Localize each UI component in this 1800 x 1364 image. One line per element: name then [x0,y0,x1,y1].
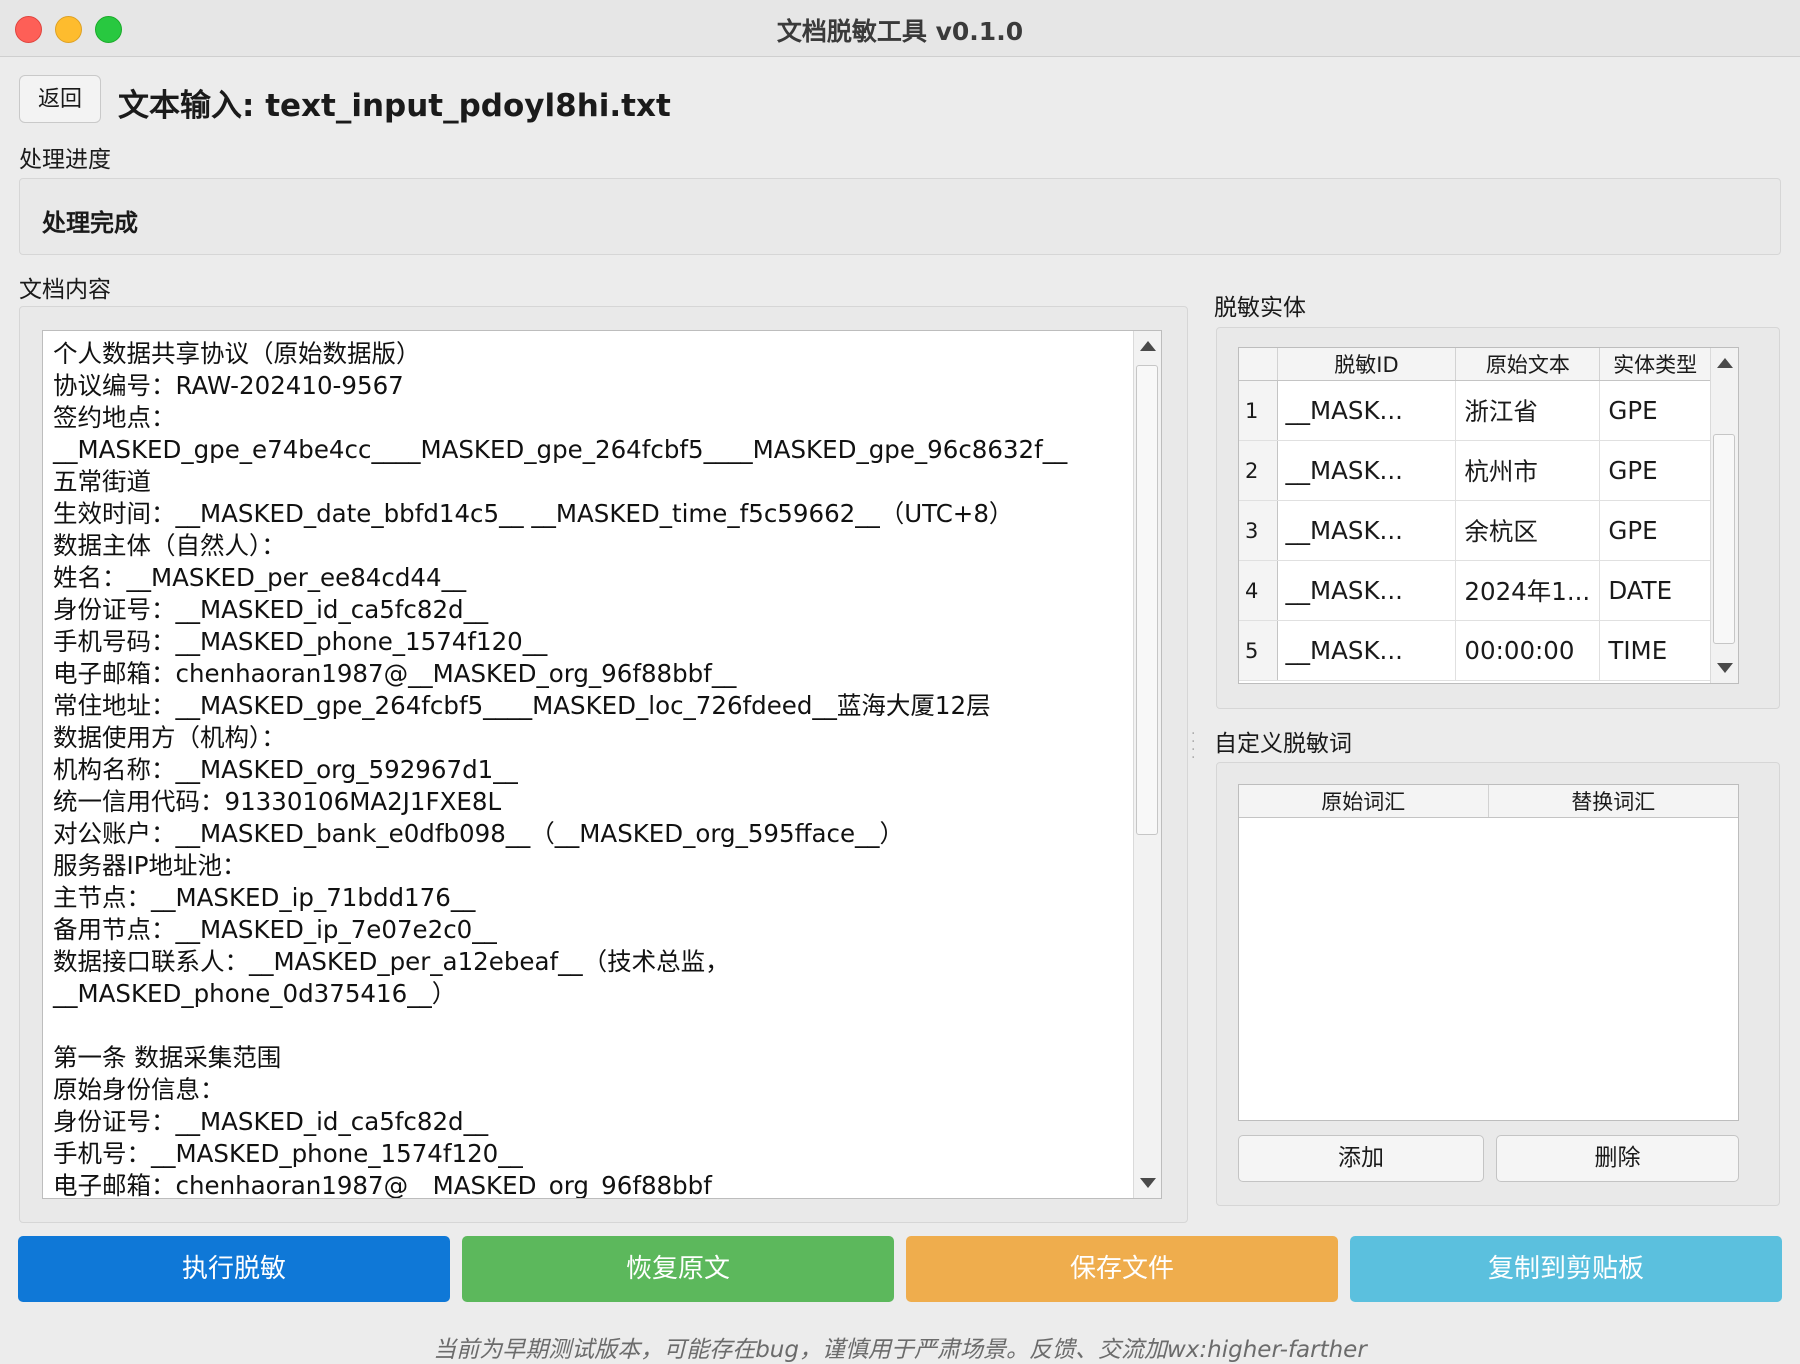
document-line: __MASKED_gpe_e74be4cc____MASKED_gpe_264f… [53,435,1068,464]
original-text-cell[interactable]: 浙江省 [1455,380,1601,441]
document-line: 主节点：__MASKED_ip_71bdd176__ [53,883,476,912]
page-title: 文本输入: text_input_pdoyl8hi.txt [118,88,671,124]
footer-notice: 当前为早期测试版本，可能存在bug，谨慎用于严肃场景。反馈、交流加wx:high… [433,1337,1367,1363]
entity-type-cell[interactable]: GPE [1599,380,1711,441]
original-text-cell[interactable]: 2024年1... [1455,560,1601,621]
back-button[interactable]: 返回 [19,75,101,123]
document-line: 协议编号：RAW-202410-9567 [53,371,404,400]
document-line: 原始身份信息： [53,1075,225,1104]
scroll-up-arrow-icon[interactable] [1717,358,1733,368]
custom-words-section-label: 自定义脱敏词 [1214,731,1352,757]
save-file-button[interactable]: 保存文件 [906,1236,1338,1302]
document-scrollbar[interactable] [1133,331,1161,1198]
document-line: 常住地址：__MASKED_gpe_264fcbf5____MASKED_loc… [53,691,991,720]
document-line: 电子邮箱：chenhaoran1987@__MASKED_org_96f88bb… [53,659,737,688]
document-line: 身份证号：__MASKED_id_ca5fc82d__ [53,1107,489,1136]
column-header[interactable]: 替换词汇 [1488,785,1738,818]
execute-mask-button[interactable]: 执行脱敏 [18,1236,450,1302]
document-line: 服务器IP地址池： [53,851,247,880]
scroll-down-arrow-icon[interactable] [1717,663,1733,673]
original-text-cell[interactable]: 余杭区 [1455,500,1601,561]
original-text-cell[interactable]: 00:00:00 [1455,620,1601,681]
mask-id-cell[interactable]: __MASK... [1277,380,1457,441]
table-row[interactable]: 3 __MASK... 余杭区 GPE [1239,500,1711,561]
column-header[interactable]: 实体类型 [1599,348,1711,381]
entity-type-cell[interactable]: DATE [1599,560,1711,621]
window-title: 文档脱敏工具 v0.1.0 [776,17,1024,46]
document-line: 机构名称：__MASKED_org_592967d1__ [53,755,518,784]
table-row[interactable]: 1 __MASK... 浙江省 GPE [1239,380,1711,441]
entity-type-cell[interactable]: GPE [1599,440,1711,501]
document-text-area[interactable]: 个人数据共享协议（原始数据版） 协议编号：RAW-202410-9567 签约地点：… [42,330,1162,1199]
mask-id-cell[interactable]: __MASK... [1277,440,1457,501]
entity-type-cell[interactable]: GPE [1599,500,1711,561]
table-corner [1239,348,1278,381]
document-line: 电子邮箱：chenhaoran1987@__MASKED_org_96f88bb… [53,1171,712,1199]
document-line: __MASKED_phone_0d375416__） [53,979,457,1008]
add-word-button[interactable]: 添加 [1238,1135,1484,1182]
mask-id-cell[interactable]: __MASK... [1277,560,1457,621]
column-header[interactable]: 原始词汇 [1239,785,1489,818]
document-line: 姓名：__MASKED_per_ee84cd44__ [53,563,467,592]
document-line: 生效时间：__MASKED_date_bbfd14c5__ __MASKED_t… [53,499,1014,528]
restore-original-button[interactable]: 恢复原文 [462,1236,894,1302]
entities-scrollbar[interactable] [1710,348,1738,683]
row-number[interactable]: 1 [1239,380,1278,441]
document-line: 身份证号：__MASKED_id_ca5fc82d__ [53,595,489,624]
table-row[interactable]: 2 __MASK... 杭州市 GPE [1239,440,1711,501]
document-line: 个人数据共享协议（原始数据版） [53,339,421,368]
entities-table[interactable]: 脱敏ID 原始文本 实体类型 1 __MASK... 浙江省 GPE 2 __M… [1238,347,1739,684]
mask-id-cell[interactable]: __MASK... [1277,500,1457,561]
document-line: 数据使用方（机构）： [53,723,286,752]
document-line: 手机号码：__MASKED_phone_1574f120__ [53,627,548,656]
entity-type-cell[interactable]: TIME [1599,620,1711,681]
row-number[interactable]: 5 [1239,620,1278,681]
row-number[interactable]: 2 [1239,440,1278,501]
table-row[interactable]: 4 __MASK... 2024年1... DATE [1239,560,1711,621]
window-titlebar: 文档脱敏工具 v0.1.0 [0,0,1800,57]
custom-words-table[interactable]: 原始词汇 替换词汇 [1238,784,1739,1121]
table-row[interactable]: 5 __MASK... 00:00:00 TIME [1239,620,1711,681]
document-line: 签约地点： [53,403,176,432]
scroll-up-arrow-icon[interactable] [1140,341,1156,351]
column-header[interactable]: 脱敏ID [1277,348,1457,381]
document-text: 个人数据共享协议（原始数据版） 协议编号：RAW-202410-9567 签约地点：… [53,338,1123,1199]
document-line: 备用节点：__MASKED_ip_7e07e2c0__ [53,915,497,944]
document-line: 统一信用代码：91330106MA2J1FXE8L [53,787,502,816]
document-line: 数据接口联系人：__MASKED_per_a12ebeaf__（技术总监， [53,947,730,976]
splitter-handle[interactable]: · · · · [1191,727,1195,765]
copy-to-clipboard-button[interactable]: 复制到剪贴板 [1350,1236,1782,1302]
document-line: 第一条 数据采集范围 [53,1043,282,1072]
progress-status: 处理完成 [42,209,138,237]
entities-section-label: 脱敏实体 [1214,295,1306,321]
document-section-label: 文档内容 [19,277,111,303]
document-line: 对公账户：__MASKED_bank_e0dfb098__（__MASKED_o… [53,819,905,848]
scroll-down-arrow-icon[interactable] [1140,1178,1156,1188]
delete-word-button[interactable]: 删除 [1496,1135,1739,1182]
document-line: 五常街道 [53,467,151,496]
document-scroll-thumb[interactable] [1136,365,1158,835]
original-text-cell[interactable]: 杭州市 [1455,440,1601,501]
mask-id-cell[interactable]: __MASK... [1277,620,1457,681]
document-line: 手机号：__MASKED_phone_1574f120__ [53,1139,523,1168]
document-line: 数据主体（自然人）： [53,531,286,560]
row-number[interactable]: 4 [1239,560,1278,621]
column-header[interactable]: 原始文本 [1455,348,1601,381]
progress-section-label: 处理进度 [19,147,111,173]
progress-group: 处理完成 [19,178,1781,255]
entities-scroll-thumb[interactable] [1713,434,1735,644]
row-number[interactable]: 3 [1239,500,1278,561]
